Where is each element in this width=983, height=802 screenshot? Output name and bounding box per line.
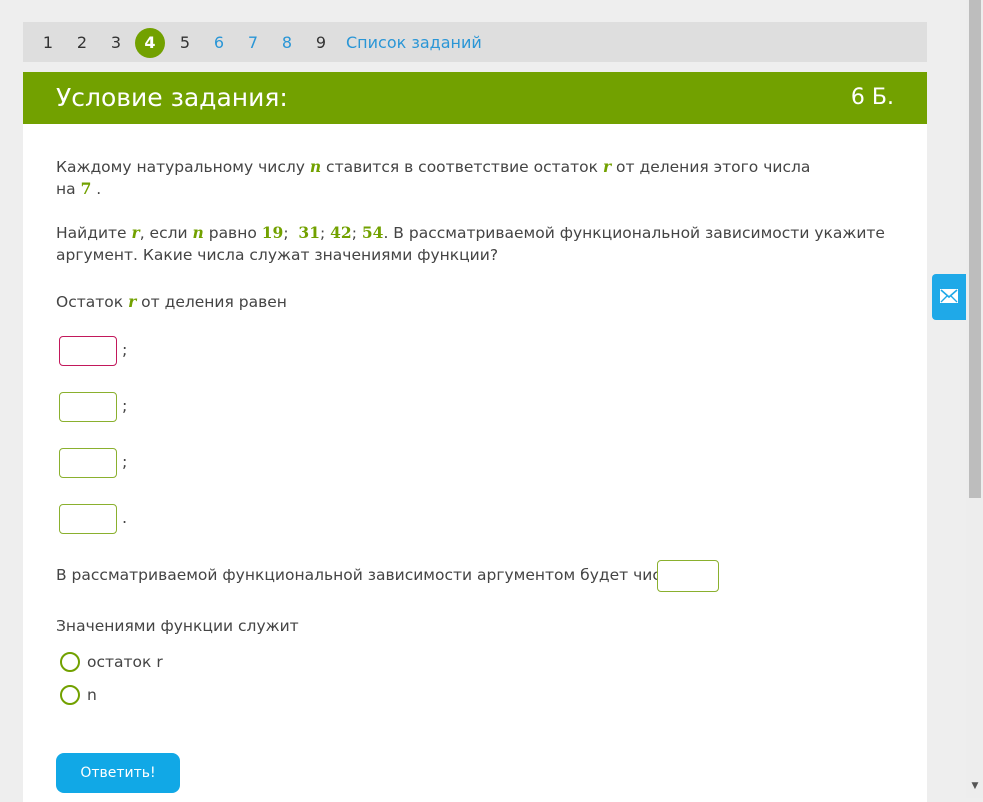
remainder-separator-1: ;	[122, 340, 128, 359]
task-header: Условие задания: 6 Б.	[23, 72, 927, 124]
option-label: остаток r	[87, 653, 163, 671]
task-list-link[interactable]: Список заданий	[346, 31, 482, 55]
nav-task-8[interactable]: 8	[275, 31, 299, 55]
option-n[interactable]: n	[60, 684, 97, 706]
variable-n: n	[192, 223, 204, 242]
radio-button[interactable]	[60, 685, 80, 705]
number-42: 42	[330, 223, 352, 242]
nav-task-5[interactable]: 5	[173, 31, 197, 55]
remainder-separator-2: ;	[122, 396, 128, 415]
problem-text: Найдите	[56, 224, 132, 242]
envelope-icon	[940, 289, 958, 303]
nav-task-9[interactable]: 9	[309, 31, 333, 55]
problem-line-2: на 7 .	[56, 178, 101, 200]
problem-text: на	[56, 180, 81, 198]
variable-r: r	[131, 223, 140, 242]
problem-text: , если	[139, 224, 193, 242]
nav-task-6[interactable]: 6	[207, 31, 231, 55]
variable-r: r	[128, 292, 137, 311]
problem-text: Остаток	[56, 293, 129, 311]
problem-text: .	[91, 180, 102, 198]
option-remainder-r[interactable]: остаток r	[60, 651, 163, 673]
remainder-separator-3: ;	[122, 452, 128, 471]
number-7: 7	[80, 179, 92, 198]
nav-task-3[interactable]: 3	[104, 31, 128, 55]
remainder-prompt: Остаток r от деления равен	[56, 291, 287, 313]
number-54: 54	[361, 223, 384, 242]
problem-line-1: Каждому натуральному числу n ставится в …	[56, 156, 810, 178]
radio-button[interactable]	[60, 652, 80, 672]
remainder-input-1[interactable]	[59, 336, 117, 366]
nav-task-2[interactable]: 2	[70, 31, 94, 55]
problem-text: Каждому натуральному числу	[56, 158, 310, 176]
task-points: 6 Б.	[850, 85, 894, 110]
problem-text: ставится в соответствие остаток	[321, 158, 603, 176]
number-31: 31	[298, 223, 320, 242]
separator: ;	[351, 224, 362, 242]
nav-task-7[interactable]: 7	[241, 31, 265, 55]
variable-n: n	[309, 157, 322, 176]
task-title: Условие задания:	[56, 83, 288, 112]
problem-text: равно	[203, 224, 262, 242]
argument-input[interactable]	[657, 560, 719, 592]
task-navigation: 1 2 3 4 5 6 7 8 9 Список заданий	[23, 22, 927, 62]
nav-task-4-current[interactable]: 4	[135, 28, 165, 58]
submit-button[interactable]: Ответить!	[56, 753, 180, 793]
separator: ;	[283, 224, 299, 242]
separator: ;	[319, 224, 331, 242]
problem-text: . В рассматриваемой функциональной завис…	[383, 224, 885, 242]
remainder-input-2[interactable]	[59, 392, 117, 422]
scroll-down-arrow-icon[interactable]: ▼	[969, 780, 981, 792]
remainder-separator-4: .	[122, 508, 128, 527]
remainder-input-3[interactable]	[59, 448, 117, 478]
option-label: n	[87, 686, 97, 704]
scrollbar-thumb[interactable]	[969, 0, 981, 498]
nav-task-1[interactable]: 1	[36, 31, 60, 55]
feedback-mail-button[interactable]	[932, 274, 966, 320]
task-card: Условие задания: 6 Б. Каждому натурально…	[23, 72, 927, 802]
variable-r: r	[602, 157, 612, 176]
values-label: Значениями функции служит	[56, 617, 299, 635]
remainder-input-4[interactable]	[59, 504, 117, 534]
problem-text: от деления равен	[136, 293, 287, 311]
number-19: 19	[261, 223, 284, 242]
problem-text: от деления этого числа	[611, 158, 811, 176]
argument-label: В рассматриваемой функциональной зависим…	[56, 566, 681, 584]
problem-line-4: аргумент. Какие числа служат значениями …	[56, 246, 499, 264]
problem-line-3: Найдите r, если n равно 19; 31; 42; 54. …	[56, 222, 885, 244]
